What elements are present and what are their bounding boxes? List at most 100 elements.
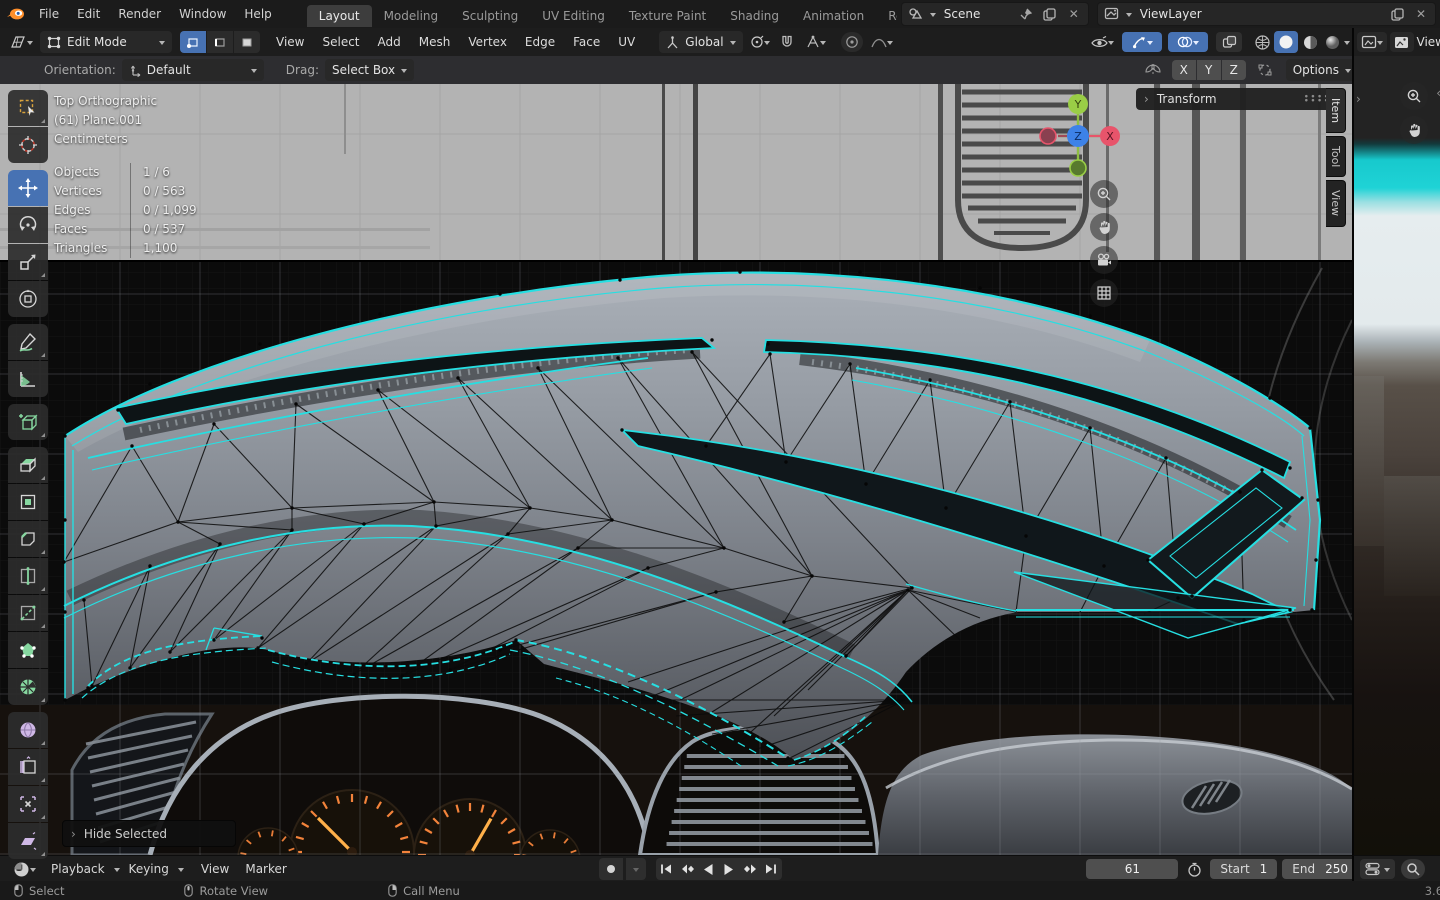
menu-add[interactable]: Add bbox=[370, 28, 409, 56]
region-expand-arrow[interactable]: › bbox=[1356, 92, 1361, 106]
menu-select[interactable]: Select bbox=[314, 28, 367, 56]
play-button[interactable] bbox=[719, 858, 740, 880]
tab-uv-editing[interactable]: UV Editing bbox=[530, 5, 617, 27]
toggle-grid-button[interactable] bbox=[1090, 279, 1118, 307]
snap-settings-dropdown[interactable] bbox=[799, 32, 833, 52]
menu-mesh[interactable]: Mesh bbox=[411, 28, 459, 56]
unlink-scene-icon[interactable]: ✕ bbox=[1064, 4, 1084, 24]
new-viewlayer-icon[interactable] bbox=[1387, 4, 1407, 24]
viewlayer-icon[interactable] bbox=[1102, 4, 1122, 24]
proportional-editing-toggle[interactable] bbox=[841, 32, 863, 52]
shading-wireframe-button[interactable] bbox=[1252, 32, 1272, 52]
tool-knife[interactable] bbox=[8, 595, 48, 631]
search-button[interactable] bbox=[1401, 859, 1425, 879]
tool-inset-faces[interactable] bbox=[8, 484, 48, 520]
tool-add-cube[interactable] bbox=[8, 404, 48, 440]
operator-redo-panel[interactable]: › Hide Selected bbox=[62, 820, 236, 847]
snap-base-icon[interactable] bbox=[1252, 60, 1278, 80]
menu-help[interactable]: Help bbox=[235, 0, 280, 28]
use-preview-range-icon[interactable] bbox=[1184, 859, 1204, 879]
menu-uv[interactable]: UV bbox=[610, 28, 643, 56]
editor-type-image-icon[interactable] bbox=[1357, 32, 1387, 52]
previous-keyframe-button[interactable] bbox=[677, 858, 698, 880]
tool-move[interactable] bbox=[8, 170, 48, 206]
tool-bevel[interactable] bbox=[8, 521, 48, 557]
tool-poly-build[interactable] bbox=[8, 632, 48, 668]
image-datablock-icon[interactable] bbox=[1390, 32, 1413, 52]
tab-sculpting[interactable]: Sculpting bbox=[450, 5, 530, 27]
timeline-menu-playback[interactable]: Playback bbox=[44, 862, 112, 876]
auto-keying-button[interactable] bbox=[599, 858, 623, 880]
object-visibility-dropdown[interactable] bbox=[1084, 32, 1120, 52]
tab-modeling[interactable]: Modeling bbox=[372, 5, 451, 27]
sidebar-tab-tool[interactable]: Tool bbox=[1326, 136, 1346, 177]
snap-magnet-icon[interactable] bbox=[777, 32, 797, 52]
mirror-x-button[interactable]: X bbox=[1172, 60, 1196, 80]
timeline-menu-keying[interactable]: Keying bbox=[122, 862, 176, 876]
menu-file[interactable]: File bbox=[30, 0, 68, 28]
sidebar-tab-view[interactable]: View bbox=[1326, 180, 1346, 226]
show-gizmo-toggle[interactable] bbox=[1122, 32, 1162, 52]
tool-transform[interactable] bbox=[8, 281, 48, 317]
menu-edit[interactable]: Edit bbox=[68, 0, 109, 28]
tool-scale[interactable] bbox=[8, 244, 48, 280]
tab-rendering[interactable]: Rendering bbox=[876, 5, 897, 27]
edge-select-mode-button[interactable] bbox=[207, 31, 233, 53]
tool-measure[interactable] bbox=[8, 361, 48, 397]
editor-type-3d-viewport-icon[interactable] bbox=[4, 32, 38, 52]
menu-view[interactable]: View bbox=[268, 28, 312, 56]
frame-start-field[interactable]: Start1 bbox=[1210, 859, 1277, 879]
xray-toggle[interactable] bbox=[1216, 32, 1242, 52]
current-frame-field[interactable]: 61 bbox=[1086, 859, 1178, 879]
image-editor-region[interactable]: › ‹ bbox=[1352, 56, 1440, 855]
menu-render[interactable]: Render bbox=[109, 0, 170, 28]
vertex-select-mode-button[interactable] bbox=[180, 31, 206, 53]
navigation-gizmo[interactable]: Y X Z bbox=[1032, 90, 1124, 182]
play-reverse-button[interactable] bbox=[698, 858, 719, 880]
viewlayer-name[interactable]: ViewLayer bbox=[1136, 7, 1383, 21]
image-pan-button[interactable] bbox=[1400, 116, 1428, 144]
scene-name[interactable]: Scene bbox=[940, 7, 1012, 21]
viewport-canvas[interactable] bbox=[0, 84, 1352, 855]
orientation-dropdown[interactable]: Default bbox=[122, 59, 264, 81]
sidebar-tab-item[interactable]: Item bbox=[1326, 88, 1346, 133]
blender-logo-icon[interactable] bbox=[6, 4, 26, 24]
shading-rendered-button[interactable] bbox=[1322, 32, 1342, 52]
tab-animation[interactable]: Animation bbox=[791, 5, 876, 27]
tool-loop-cut[interactable] bbox=[8, 558, 48, 594]
mode-dropdown[interactable]: Edit Mode bbox=[40, 31, 172, 53]
tool-cursor[interactable] bbox=[8, 127, 48, 163]
pan-hand-button[interactable] bbox=[1090, 213, 1118, 241]
pivot-point-dropdown[interactable] bbox=[745, 32, 775, 52]
menu-face[interactable]: Face bbox=[565, 28, 608, 56]
tool-edge-slide[interactable] bbox=[8, 749, 48, 785]
shading-options-dropdown[interactable] bbox=[1344, 41, 1350, 48]
drag-dropdown[interactable]: Select Box bbox=[325, 59, 414, 81]
remove-viewlayer-icon[interactable]: ✕ bbox=[1411, 4, 1431, 24]
tool-select-box[interactable] bbox=[8, 90, 48, 126]
camera-view-button[interactable] bbox=[1090, 246, 1118, 274]
scene-icon[interactable] bbox=[906, 4, 926, 24]
editor-type-timeline-icon[interactable] bbox=[6, 859, 42, 879]
sidebar-collapse-arrow[interactable]: ‹ bbox=[1436, 86, 1440, 100]
image-datablock-name[interactable]: View bbox=[1417, 35, 1440, 49]
face-select-mode-button[interactable] bbox=[234, 31, 260, 53]
3d-viewport[interactable]: Top Orthographic (61) Plane.001 Centimet… bbox=[0, 84, 1352, 855]
tool-rotate[interactable] bbox=[8, 207, 48, 243]
image-zoom-button[interactable] bbox=[1400, 82, 1428, 110]
timeline-menu-marker[interactable]: Marker bbox=[238, 862, 293, 876]
tool-shrink-fatten[interactable] bbox=[8, 786, 48, 822]
zoom-button[interactable] bbox=[1090, 180, 1118, 208]
auto-keying-options-dropdown[interactable] bbox=[626, 858, 646, 880]
menu-vertex[interactable]: Vertex bbox=[460, 28, 515, 56]
shading-solid-button[interactable] bbox=[1274, 31, 1298, 53]
tool-annotate[interactable] bbox=[8, 324, 48, 360]
tab-shading[interactable]: Shading bbox=[718, 5, 791, 27]
shading-material-button[interactable] bbox=[1300, 32, 1320, 52]
next-keyframe-button[interactable] bbox=[740, 858, 761, 880]
menu-window[interactable]: Window bbox=[170, 0, 235, 28]
pin-icon[interactable] bbox=[1016, 4, 1036, 24]
proportional-falloff-dropdown[interactable] bbox=[865, 32, 899, 52]
transform-panel-header[interactable]: › Transform ∙∙∙∙∙∙∙∙ bbox=[1136, 88, 1338, 110]
mirror-z-button[interactable]: Z bbox=[1222, 60, 1246, 80]
